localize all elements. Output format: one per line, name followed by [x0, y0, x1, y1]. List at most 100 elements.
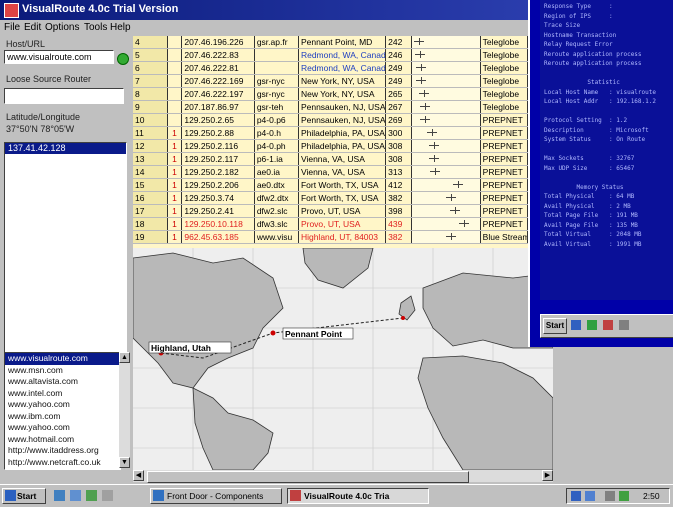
hop-row[interactable]: 14 1 129.250.2.182 ae0.ia Vienna, VA, USA 313…	[133, 165, 528, 179]
hop-number: 19	[133, 230, 168, 244]
statistics-line: Avail Virtual : 1991 MB	[544, 240, 642, 248]
scroll-left-icon[interactable]: ◀	[133, 470, 144, 481]
statistics-line: Protocol Setting : 1.2	[544, 117, 628, 124]
hop-number: 15	[133, 178, 168, 192]
tray-volume-icon[interactable]	[605, 491, 615, 501]
browser-icon[interactable]	[70, 490, 81, 501]
world-map[interactable]: Highland, Utah Pennant Point	[133, 248, 553, 470]
menu-options[interactable]: Options	[45, 22, 79, 33]
hop-row[interactable]: 15 1 129.250.2.206 ae0.dtx Fort Worth, TX, U…	[133, 178, 528, 192]
email-icon[interactable]	[86, 490, 97, 501]
map-scroll-thumb[interactable]	[147, 471, 469, 483]
url-item[interactable]: http://www.netcraft.co.uk	[5, 457, 120, 469]
statistics-line: Description : Microsoft	[544, 126, 649, 134]
title-bar[interactable]: VisualRoute 4.0c Trial Version	[0, 0, 560, 20]
hop-row[interactable]: 19 1 962.45.63.185 www.visu Highland, UT, 84…	[133, 230, 528, 244]
url-item[interactable]: www.msn.com	[5, 365, 120, 377]
hop-marker: 1	[167, 178, 183, 192]
menu-file[interactable]: File	[4, 22, 20, 33]
quicklaunch-icon[interactable]	[102, 490, 113, 501]
statistics-window[interactable]: Response Type : Region of IPS : Trace Size…	[528, 0, 673, 347]
hop-ip: 207.46.222.81	[181, 61, 255, 75]
desktop-icon[interactable]	[54, 490, 65, 501]
hop-row[interactable]: 5 207.46.222.83 Redmond, WA, Canada 246 Tele…	[133, 48, 528, 62]
hop-row[interactable]: 10 129.250.2.65 p4-0.p6 Pennsauken, NJ, USA…	[133, 113, 528, 127]
statistics-line: Avail Page File : 135 MB	[544, 221, 638, 229]
scroll-down-icon[interactable]: ▼	[119, 457, 130, 468]
menu-edit[interactable]: Edit	[24, 22, 41, 33]
latency-tick	[434, 142, 436, 149]
hop-row[interactable]: 11 1 129.250.2.88 p4-0.h Philadelphia, PA, U…	[133, 126, 528, 140]
hop-row[interactable]: 17 1 129.250.2.41 dfw2.slc Provo, UT, USA 398…	[133, 204, 528, 218]
hop-location: Pennsauken, NJ, USA	[298, 100, 387, 114]
taskbar-task-front-door[interactable]: Front Door - Components	[150, 488, 282, 504]
map-horizontal-scrollbar[interactable]: ◀ ▶	[133, 470, 553, 483]
scroll-right-icon[interactable]: ▶	[542, 470, 553, 481]
hop-location: New York, NY, USA	[298, 87, 387, 101]
hop-table: 4 207.46.196.226 gsr.ap.fr Pennant Point, M…	[133, 36, 528, 248]
hop-row[interactable]: 18 1 129.250.10.118 dfw3.slc Provo, UT, USA 4…	[133, 217, 528, 231]
settings-icon	[619, 320, 629, 330]
hop-node: ae0.dtx	[254, 178, 299, 192]
alert-icon	[603, 320, 613, 330]
hop-graph	[411, 74, 481, 88]
url-item[interactable]: http://www.itaddress.org	[5, 445, 120, 457]
statistics-line: Statistic	[544, 79, 620, 86]
url-history-list[interactable]: www.visualroute.com www.msn.com www.alta…	[4, 352, 121, 470]
hop-marker	[167, 36, 183, 49]
taskbar-task-visualroute[interactable]: VisualRoute 4.0c Tria	[287, 488, 429, 504]
latency-tick	[454, 207, 456, 214]
loose-source-input[interactable]	[4, 88, 124, 104]
hop-ip: 129.250.2.41	[181, 204, 255, 218]
hop-ip: 129.250.2.116	[181, 139, 255, 153]
hop-location: Pennsauken, NJ, USA	[298, 113, 387, 127]
ip-list-selected[interactable]: 137.41.42.128	[5, 143, 126, 154]
tray-network-icon[interactable]	[571, 491, 581, 501]
hop-latency: 269	[385, 113, 413, 127]
statistics-line: Total Page File : 191 MB	[544, 212, 638, 219]
hop-row[interactable]: 12 1 129.250.2.116 p4-0.ph Philadelphia, PA,…	[133, 139, 528, 153]
statistics-line: Trace Size	[544, 22, 581, 29]
latency-tick	[425, 116, 427, 123]
latency-tick	[435, 168, 437, 175]
window-title: VisualRoute 4.0c Trial Version	[22, 3, 179, 15]
host-input[interactable]: www.visualroute.com	[4, 50, 114, 64]
url-item[interactable]: www.altavista.com	[5, 376, 120, 388]
url-item[interactable]: www.yahoo.com	[5, 422, 120, 434]
menu-tools[interactable]: Tools	[84, 22, 107, 33]
hop-row[interactable]: 16 1 129.250.3.74 dfw2.dtx Fort Worth, TX, U…	[133, 191, 528, 205]
hop-row[interactable]: 8 207.46.222.197 gsr-nyc New York, NY, USA 2…	[133, 87, 528, 101]
hop-row[interactable]: 13 1 129.250.2.117 p6-1.ia Vienna, VA, USA 30…	[133, 152, 528, 166]
hop-row[interactable]: 7 207.46.222.169 gsr-nyc New York, NY, USA 2…	[133, 74, 528, 88]
statistics-line: Local Host Name : visualroute	[544, 88, 656, 96]
hop-location: Highland, UT, 84003	[298, 230, 387, 244]
url-item[interactable]: www.hotmail.com	[5, 434, 120, 446]
hop-latency: 249	[385, 74, 413, 88]
visualroute-icon	[290, 490, 301, 501]
hop-graph	[411, 126, 481, 140]
hop-location: Redmond, WA, Canada	[298, 48, 387, 62]
hop-number: 6	[133, 61, 168, 75]
tray-app-icon[interactable]	[585, 491, 595, 501]
hop-number: 7	[133, 74, 168, 88]
hop-row[interactable]: 6 207.46.222.81 Redmond, WA, Canada 249 Tele…	[133, 61, 528, 75]
go-button[interactable]	[117, 53, 129, 65]
url-list-scrollbar[interactable]: ▲ ▼	[119, 352, 130, 468]
url-item[interactable]: www.yahoo.com	[5, 399, 120, 411]
hop-network: PREPNET	[480, 178, 528, 192]
hop-row[interactable]: 4 207.46.196.226 gsr.ap.fr Pennant Point, M…	[133, 36, 528, 49]
tray-misc-icon[interactable]	[619, 491, 629, 501]
ip-list[interactable]: 137.41.42.128	[4, 142, 127, 354]
url-item[interactable]: www.intel.com	[5, 388, 120, 400]
hop-marker: 1	[167, 217, 183, 231]
url-item[interactable]: www.ibm.com	[5, 411, 120, 423]
hop-network: Teleglobe	[480, 100, 528, 114]
hop-latency: 246	[385, 48, 413, 62]
hop-node: p6-1.ia	[254, 152, 299, 166]
url-item[interactable]: www.visualroute.com	[5, 353, 120, 365]
scroll-up-icon[interactable]: ▲	[119, 352, 130, 363]
hop-row[interactable]: 9 207.187.86.97 gsr-teh Pennsauken, NJ, USA…	[133, 100, 528, 114]
menu-help[interactable]: Help	[110, 22, 131, 33]
front-door-icon	[153, 490, 164, 501]
statistics-start-button[interactable]: Start	[543, 318, 567, 334]
